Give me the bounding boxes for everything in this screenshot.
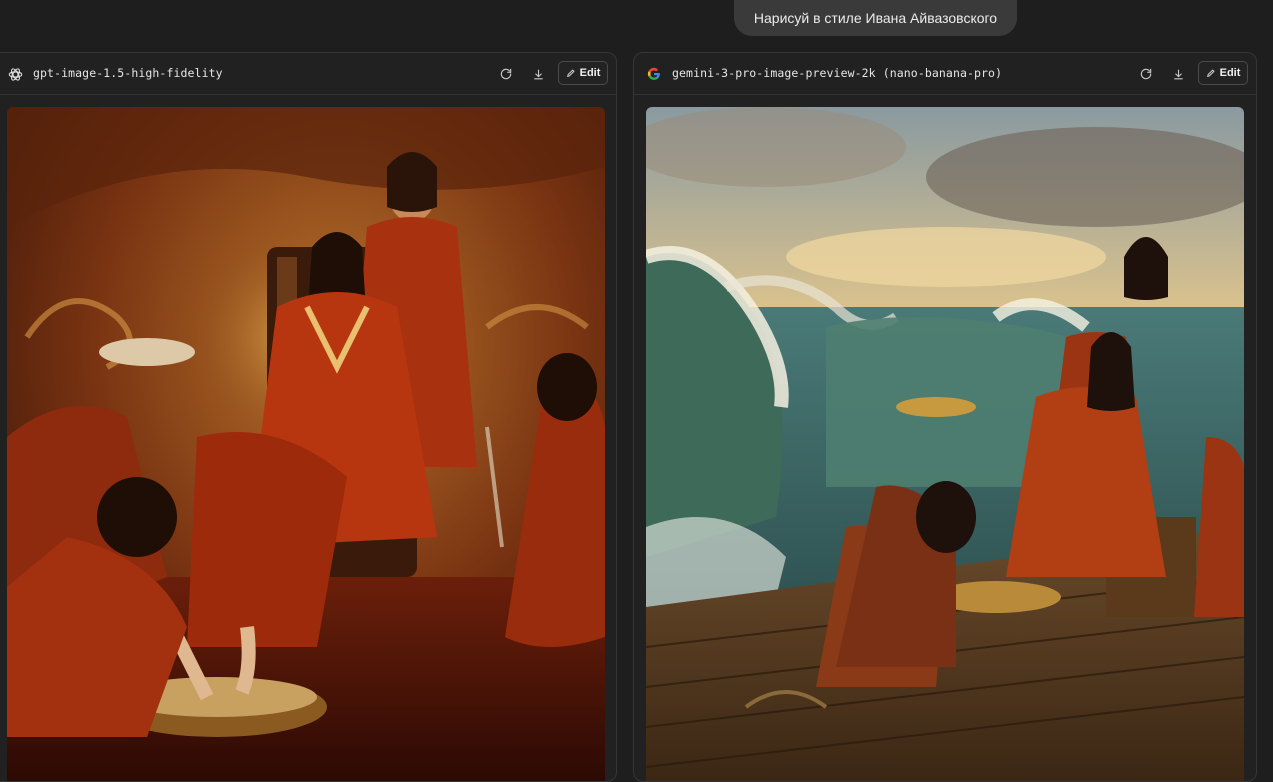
download-icon[interactable]: [1167, 63, 1189, 85]
prompt-text: Нарисуй в стиле Ивана Айвазовского: [753, 10, 998, 26]
pencil-icon: [1206, 69, 1215, 77]
result-panel-right: gemini-3-pro-image-preview-2k (nano-bana…: [633, 52, 1257, 782]
edit-button[interactable]: Edit: [1198, 61, 1248, 85]
edit-label: Edit: [579, 67, 601, 79]
model-name: gpt-image-1.5-high-fidelity: [33, 66, 223, 80]
generated-image[interactable]: [7, 107, 605, 781]
download-icon[interactable]: [527, 63, 549, 85]
prompt-bubble: Нарисуй в стиле Ивана Айвазовского: [734, 0, 1017, 36]
result-panel-left: gpt-image-1.5-high-fidelity Edit: [0, 52, 617, 782]
refresh-icon[interactable]: [495, 63, 517, 85]
model-name: gemini-3-pro-image-preview-2k (nano-bana…: [672, 66, 1003, 80]
pencil-icon: [566, 69, 575, 77]
generated-image[interactable]: [646, 107, 1244, 781]
panel-header: gpt-image-1.5-high-fidelity Edit: [0, 53, 616, 95]
refresh-icon[interactable]: [1135, 63, 1157, 85]
edit-label: Edit: [1219, 67, 1241, 79]
google-logo-icon: [646, 66, 662, 82]
edit-button[interactable]: Edit: [558, 61, 608, 85]
panel-header: gemini-3-pro-image-preview-2k (nano-bana…: [634, 53, 1256, 95]
openai-logo-icon: [7, 66, 23, 82]
